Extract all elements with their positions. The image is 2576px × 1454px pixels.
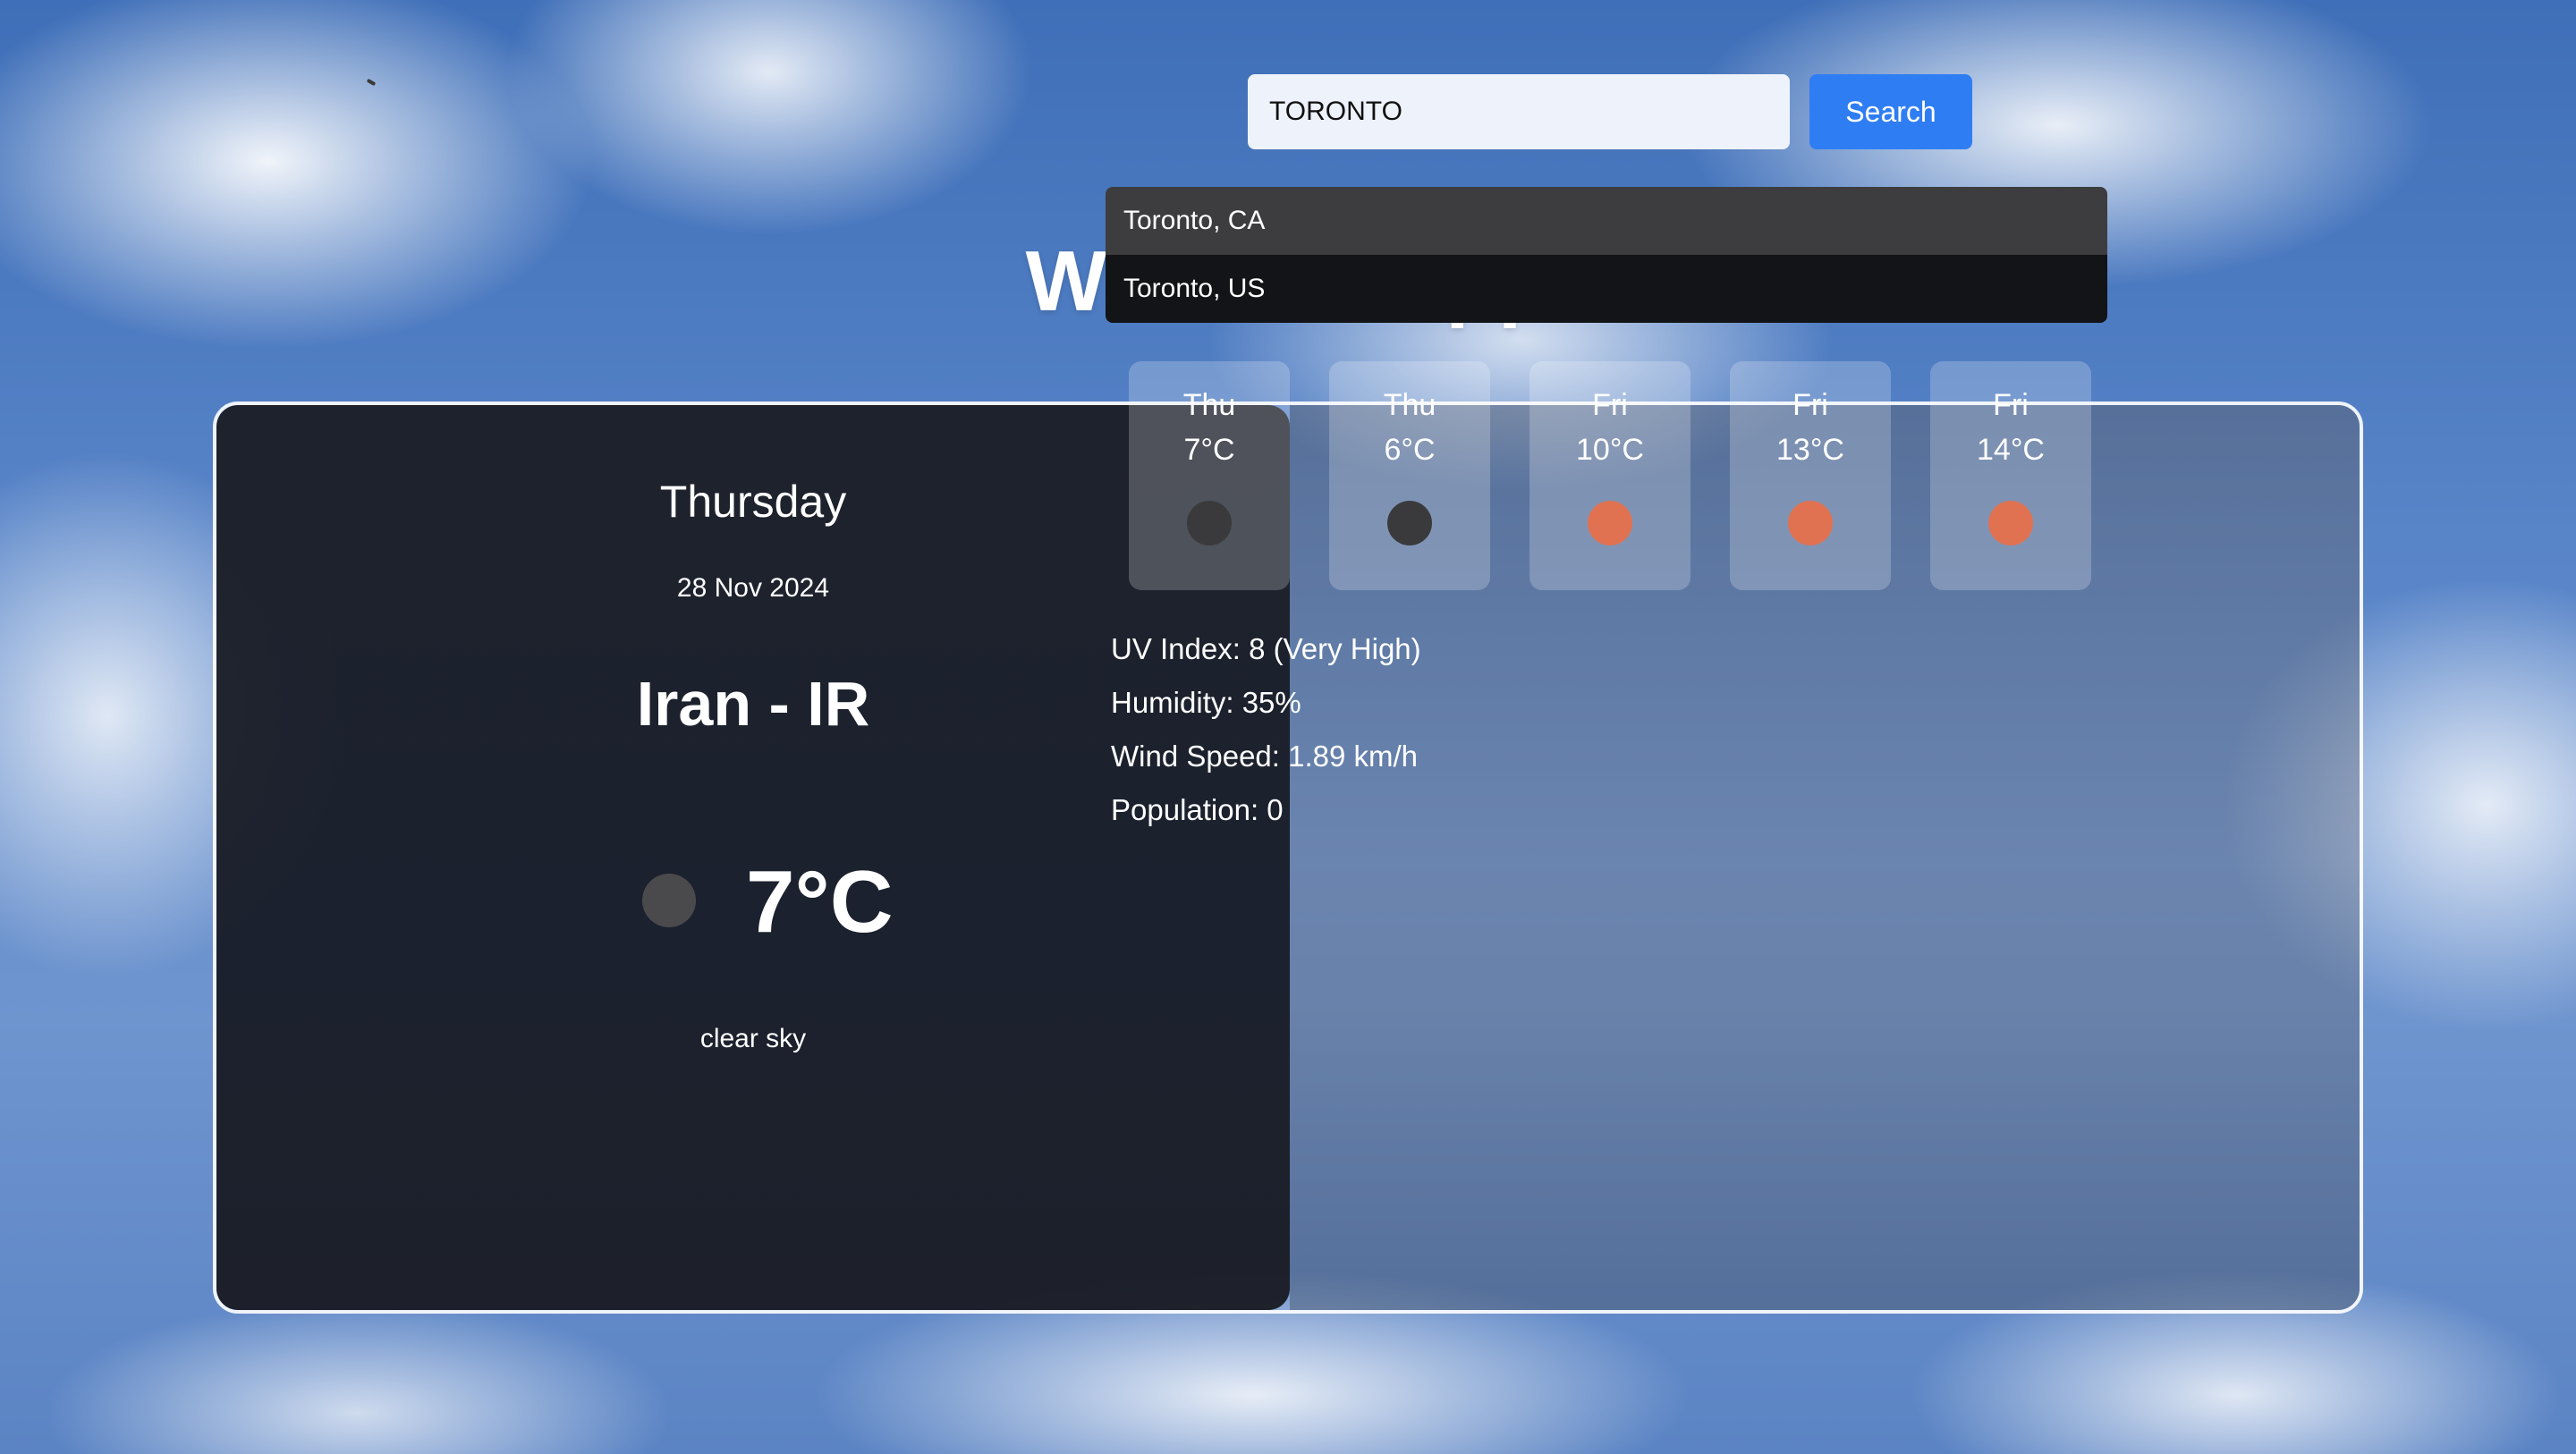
- suggestion-item[interactable]: Toronto, CA: [1106, 187, 2107, 255]
- sun-icon: [1788, 501, 1833, 545]
- forecast-card: Fri 10°C: [1530, 361, 1690, 590]
- current-temperature: 7°C: [746, 852, 894, 951]
- current-condition: clear sky: [699, 1024, 807, 1053]
- moon-icon: [1187, 501, 1232, 545]
- forecast-row: Thu 7°C Thu 6°C Fri 10°C Fri 13°C Fri 14…: [1129, 361, 2095, 594]
- forecast-card: Fri 14°C: [1930, 361, 2091, 590]
- current-temperature-row: 7°C: [216, 852, 1290, 951]
- moon-icon: [1387, 501, 1432, 545]
- sun-icon: [1988, 501, 2033, 545]
- forecast-temp: 14°C: [1977, 433, 2045, 467]
- forecast-card: Fri 13°C: [1730, 361, 1891, 590]
- sun-icon: [1588, 501, 1632, 545]
- search-button[interactable]: Search: [1809, 74, 1972, 149]
- forecast-temp: 6°C: [1384, 433, 1436, 467]
- uv-index: UV Index: 8 (Very High): [1111, 632, 1421, 665]
- moon-icon: [642, 874, 696, 927]
- suggestion-item[interactable]: Toronto, US: [1106, 255, 2107, 323]
- search-input[interactable]: [1248, 74, 1790, 149]
- forecast-temp: 13°C: [1776, 433, 1844, 467]
- forecast-day: Fri: [1592, 388, 1628, 422]
- forecast-card: Thu 7°C: [1129, 361, 1290, 590]
- wind-speed: Wind Speed: 1.89 km/h: [1111, 740, 1419, 773]
- forecast-card: Thu 6°C: [1329, 361, 1490, 590]
- bird-speck: [366, 78, 377, 87]
- forecast-day: Fri: [1993, 388, 2029, 422]
- forecast-day: Fri: [1792, 388, 1828, 422]
- population: Population: 0: [1111, 793, 1284, 826]
- humidity: Humidity: 35%: [1111, 686, 1301, 719]
- forecast-day: Thu: [1383, 388, 1436, 422]
- forecast-day: Thu: [1182, 388, 1236, 422]
- suggestion-list: Toronto, CA Toronto, US: [1106, 187, 2107, 323]
- forecast-temp: 10°C: [1576, 433, 1644, 467]
- weather-details: UV Index: 8 (Very High) Humidity: 35% Wi…: [1111, 622, 1421, 837]
- forecast-temp: 7°C: [1183, 433, 1235, 467]
